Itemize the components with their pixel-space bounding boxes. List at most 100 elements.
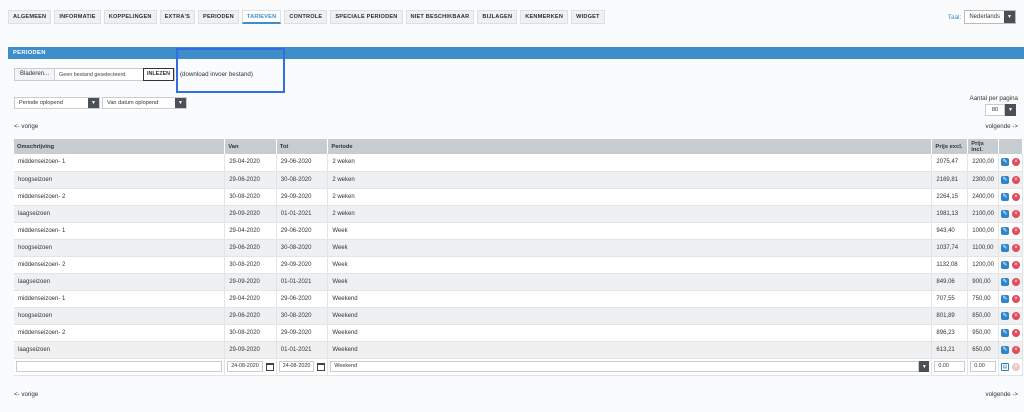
cell-description: hoogseizoen [14,307,226,325]
close-circle-icon[interactable]: × [1011,294,1020,303]
prev-link-bottom[interactable]: <- vorige [14,391,38,398]
tab-widget[interactable]: WIDGET [571,10,605,24]
close-circle-icon[interactable]: × [1011,192,1020,201]
table-row: middenseizoen- 2 30-08-2020 29-09-2020 Week… [14,256,1024,274]
date-sort-select[interactable]: Van datum oplopend ▼ [102,97,187,109]
table-row: laagseizoen 29-09-2020 01-01-2021 Week 849,0… [14,273,1024,291]
tab-perioden[interactable]: PERIODEN [198,10,239,24]
new-description-input[interactable] [16,361,223,372]
pencil-icon[interactable]: ✎ [1000,243,1009,252]
close-circle-icon[interactable]: × [1011,345,1020,354]
prev-link-top[interactable]: <- vorige [14,123,38,130]
calendar-icon[interactable] [317,362,326,371]
close-circle-icon[interactable]: × [1011,175,1020,184]
per-page-select[interactable]: 80 ▼ [985,104,1016,116]
tab-informatie[interactable]: INFORMATIE [54,10,101,24]
new-price-incl-cell: 0.00 [967,358,999,376]
cell-price-incl: 900,00 [967,273,999,291]
header-price-excl[interactable]: Prijs excl. [931,139,969,154]
cell-period: Weekend [327,324,933,342]
save-icon[interactable]: ▤ [1000,362,1009,371]
new-to-input[interactable]: 24-08-2020 [278,361,315,372]
cell-price-excl: 801,89 [931,307,969,325]
new-price-excl-input[interactable]: 0.00 [934,361,966,372]
header-price-incl[interactable]: Prijs incl. [967,139,999,154]
close-circle-icon[interactable]: × [1011,158,1020,167]
cell-period: 2 weken [327,205,933,223]
cell-description: middenseizoen- 1 [14,290,226,308]
cell-to: 30-08-2020 [276,171,329,189]
pencil-icon[interactable]: ✎ [1000,311,1009,320]
row-actions: ✎ × [998,341,1024,359]
pencil-icon[interactable]: ✎ [1000,328,1009,337]
row-actions: ✎ × [998,307,1024,325]
pencil-icon[interactable]: ✎ [1000,294,1009,303]
tab-extras[interactable]: EXTRA'S [159,10,196,24]
language-selector: Taal: Nederlands ▼ [948,10,1016,24]
new-period-select[interactable]: Weekend ▼ [330,361,930,372]
cell-from: 29-09-2020 [224,341,277,359]
cell-price-excl: 849,06 [931,273,969,291]
close-circle-icon[interactable]: × [1011,311,1020,320]
read-button[interactable]: INLEZEN [143,68,175,81]
table-row: hoogseizoen 29-06-2020 30-08-2020 2 weken 21… [14,171,1024,189]
cell-description: laagseizoen [14,205,226,223]
tab-koppelingen[interactable]: KOPPELINGEN [103,10,157,24]
close-circle-icon[interactable]: × [1011,243,1020,252]
rates-table: Omschrijving Van Tot Periode Prijs excl.… [14,139,1024,376]
header-period[interactable]: Periode [327,139,933,154]
tab-controle[interactable]: CONTROLE [284,10,328,24]
cell-price-incl: 2100,00 [967,205,999,223]
highlight-box [176,48,285,93]
tab-speciale-perioden[interactable]: SPECIALE PERIODEN [330,10,403,24]
header-to[interactable]: Tot [276,139,329,154]
cell-from: 29-09-2020 [224,273,277,291]
close-circle-icon[interactable]: × [1011,226,1020,235]
cell-period: Weekend [327,290,933,308]
close-circle-icon[interactable]: × [1011,260,1020,269]
cell-from: 30-08-2020 [224,324,277,342]
next-link-bottom[interactable]: volgende -> [985,391,1018,398]
pencil-icon[interactable]: ✎ [1000,277,1009,286]
language-label: Taal: [947,13,962,21]
tab-niet-beschikbaar[interactable]: NIET BESCHIKBAAR [405,10,475,24]
cell-price-incl: 2200,00 [967,154,999,172]
pencil-icon[interactable]: ✎ [1000,226,1009,235]
cell-price-incl: 2400,00 [967,188,999,206]
pencil-icon[interactable]: ✎ [1000,175,1009,184]
new-price-incl-input[interactable]: 0.00 [970,361,996,372]
new-from-input[interactable]: 24-08-2020 [227,361,263,372]
per-page-label: Aantal per pagina [969,95,1018,102]
close-circle-icon[interactable]: × [1011,277,1020,286]
pencil-icon[interactable]: ✎ [1000,260,1009,269]
table-row: laagseizoen 29-09-2020 01-01-2021 Weekend 61… [14,341,1024,359]
cell-to: 01-01-2021 [276,205,329,223]
cell-from: 29-06-2020 [224,239,277,257]
tab-algemeen[interactable]: ALGEMEEN [8,10,52,24]
cell-price-excl: 1981,13 [931,205,969,223]
header-from[interactable]: Van [224,139,277,154]
pencil-icon[interactable]: ✎ [1000,192,1009,201]
pencil-icon[interactable]: ✎ [1000,158,1009,167]
next-link-top[interactable]: volgende -> [985,123,1018,130]
tab-kenmerken[interactable]: KENMERKEN [520,10,569,24]
cell-price-excl: 1132,08 [931,256,969,274]
language-value: Nederlands [969,14,1000,20]
tab-tarieven[interactable]: TARIEVEN [241,10,282,24]
row-actions: ✎ × [998,222,1024,240]
pencil-icon[interactable]: ✎ [1000,345,1009,354]
close-circle-icon[interactable]: × [1011,209,1020,218]
language-dropdown[interactable]: Nederlands ▼ [964,10,1016,24]
header-description[interactable]: Omschrijving [14,139,226,154]
calendar-icon[interactable] [265,362,274,371]
cell-period: 2 weken [327,154,933,172]
close-circle-icon[interactable]: × [1011,328,1020,337]
cell-price-excl: 2169,81 [931,171,969,189]
pencil-icon[interactable]: ✎ [1000,209,1009,218]
cell-description: laagseizoen [14,341,226,359]
tab-bijlagen[interactable]: BIJLAGEN [477,10,518,24]
tab-bar: ALGEMEEN INFORMATIE KOPPELINGEN EXTRA'S … [8,10,605,24]
period-sort-select[interactable]: Periode oplopend ▼ [14,97,100,109]
browse-button[interactable]: Bladeren... [15,69,56,80]
cell-price-incl: 1100,00 [967,239,999,257]
